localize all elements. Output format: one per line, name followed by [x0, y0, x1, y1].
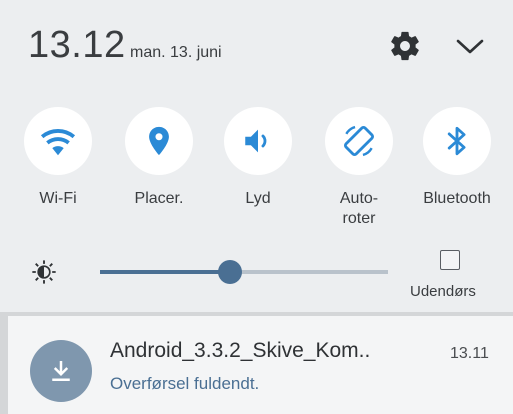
wifi-icon	[24, 107, 92, 175]
gear-icon[interactable]	[388, 29, 422, 63]
toggle-label: Placer.	[134, 190, 184, 207]
toggle-sound[interactable]: Lyd	[223, 107, 293, 209]
toggle-label: Lyd	[245, 190, 271, 207]
clock-date: man. 13. juni	[130, 44, 222, 61]
notification-card[interactable]: Android_3.3.2_Skive_Kom.. 13.11 Overførs…	[8, 316, 513, 414]
quick-settings-panel: 13.12 man. 13. juni Wi-Fi Placer. Lyd Au…	[0, 0, 513, 312]
notification-time: 13.11	[450, 345, 489, 362]
toggle-auto-rotate[interactable]: Auto- roter	[324, 107, 394, 229]
toggle-location[interactable]: Placer.	[124, 107, 194, 209]
location-icon	[125, 107, 193, 175]
toggle-label: Wi-Fi	[39, 190, 77, 207]
toggle-label: Auto- roter	[339, 190, 379, 227]
notification-subtitle: Overførsel fuldendt.	[110, 374, 260, 393]
brightness-slider-track[interactable]	[230, 270, 388, 274]
outdoor-label: Udendørs	[410, 283, 476, 300]
brightness-slider-fill	[100, 270, 230, 274]
toggle-wifi[interactable]: Wi-Fi	[23, 107, 93, 209]
auto-rotate-icon	[325, 107, 393, 175]
brightness-slider-thumb[interactable]	[218, 260, 242, 284]
bluetooth-icon	[423, 107, 491, 175]
toggle-bluetooth[interactable]: Bluetooth	[422, 107, 492, 209]
brightness-icon	[30, 258, 58, 286]
clock-time: 13.12	[28, 24, 126, 66]
toggle-label: Bluetooth	[423, 190, 491, 207]
chevron-down-icon[interactable]	[455, 35, 485, 57]
sound-icon	[224, 107, 292, 175]
notification-title: Android_3.3.2_Skive_Kom..	[110, 339, 371, 362]
download-icon	[30, 340, 92, 402]
outdoor-checkbox[interactable]	[440, 250, 460, 270]
